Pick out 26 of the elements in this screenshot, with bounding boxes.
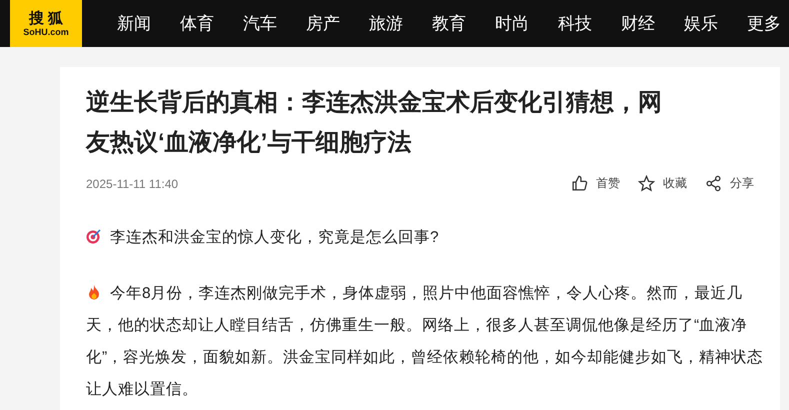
like-button[interactable]: 首赞 [571, 175, 620, 192]
nav-link[interactable]: 房产 [306, 12, 340, 35]
article-title: 逆生长背后的真相：李连杰洪金宝术后变化引猜想，网友热议‘血液净化’与干细胞疗法 [86, 88, 663, 158]
nav-link[interactable]: 体育 [180, 12, 214, 35]
target-icon [86, 228, 102, 244]
nav-link[interactable]: 旅游 [369, 12, 403, 35]
sohu-logo[interactable]: 搜 狐 SoHU.com [10, 0, 82, 47]
share-icon [705, 175, 722, 192]
thumbs-up-icon [571, 175, 588, 192]
fire-icon [86, 284, 102, 300]
nav-link[interactable]: 科技 [558, 12, 592, 35]
logo-name: 搜 狐 [28, 10, 64, 26]
paragraph: 李连杰和洪金宝的惊人变化，究竟是怎么回事? [86, 222, 766, 254]
publish-date: 2025-11-11 11:40 [86, 176, 178, 190]
star-button[interactable]: 收藏 [638, 175, 687, 192]
nav-link[interactable]: 时尚 [495, 12, 529, 35]
nav-link[interactable]: 新闻 [117, 12, 151, 35]
star-icon [638, 175, 655, 192]
nav-link[interactable]: 教育 [432, 12, 466, 35]
nav-link[interactable]: 更多 [747, 12, 781, 35]
nav-link[interactable]: 财经 [621, 12, 655, 35]
paragraph: 今年8月份，李连杰刚做完手术，身体虚弱，照片中他面容憔悴，令人心疼。然而，最近几天，他的状态却让人瞠目结舌，仿佛重生一般。网络上，很多人甚至调侃他像是经历了“血液净化”，容光焕发，面貌如新。洪金宝同样如此，曾经依赖轮椅的他，如今却能健步如飞，精神状态让人难以置信。 [86, 283, 764, 400]
share-button[interactable]: 分享 [705, 175, 754, 192]
nav-link[interactable]: 娱乐 [684, 12, 718, 35]
nav-link[interactable]: 汽车 [243, 12, 277, 35]
logo-domain: SoHU.com [23, 26, 69, 38]
